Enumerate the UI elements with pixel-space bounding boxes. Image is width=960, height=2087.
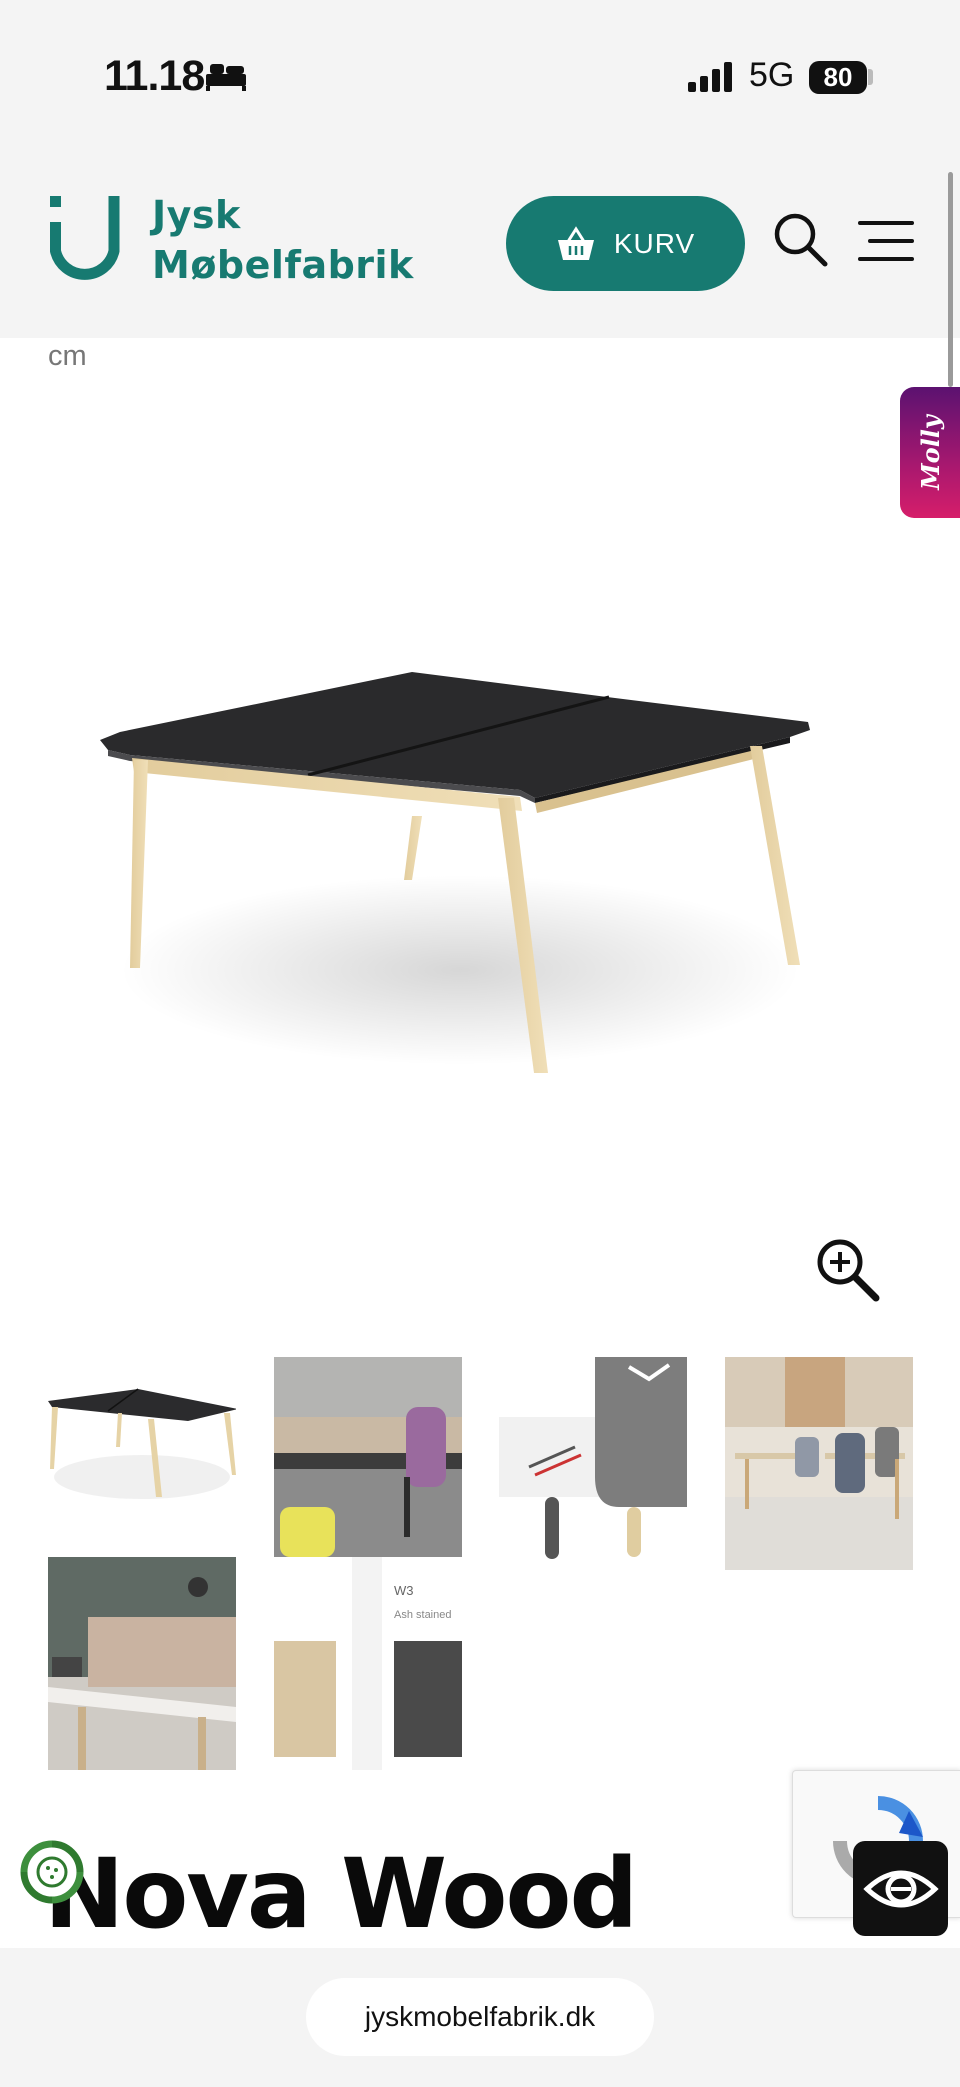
thumbnail-6-swatches[interactable]: W3 Ash stained (274, 1557, 462, 1770)
logo-line-1: Jysk (152, 193, 241, 237)
logo-line-2: Møbelfabrik (152, 243, 414, 287)
status-time: 11.18 (104, 52, 205, 100)
browser-bar: jyskmobelfabrik.dk (0, 1948, 960, 2087)
thumbnail-2[interactable] (274, 1357, 462, 1570)
network-label: 5G (749, 56, 795, 94)
status-bar: 11.18 5G 80 (0, 0, 960, 160)
site-header: Jysk Møbelfabrik KURV (0, 160, 960, 338)
battery-tip (868, 69, 873, 85)
page-scrollbar[interactable] (948, 172, 953, 387)
zoom-in-icon[interactable] (814, 1236, 880, 1302)
eye-icon (862, 1870, 939, 1907)
url-bar[interactable]: jyskmobelfabrik.dk (306, 1978, 654, 2056)
dimension-unit: cm (48, 340, 87, 372)
swatch-name: Ash stained (394, 1609, 452, 1621)
cart-label: KURV (613, 227, 696, 259)
thumbnail-4[interactable] (725, 1357, 913, 1570)
thumbnail-5[interactable] (48, 1557, 236, 1770)
logo-icon[interactable] (48, 196, 122, 288)
thumbnail-1[interactable] (48, 1357, 236, 1570)
product-title: Nova Wood (44, 1838, 638, 1950)
url-text: jyskmobelfabrik.dk (364, 2001, 596, 2032)
bed-icon (206, 64, 246, 91)
chat-widget-label: Molly (915, 415, 945, 490)
menu-icon[interactable] (858, 220, 914, 262)
battery-level: 80 (823, 62, 853, 92)
battery-icon: 80 (809, 61, 867, 94)
chat-widget-tab[interactable]: Molly (900, 387, 960, 518)
logo-text[interactable]: Jysk Møbelfabrik (152, 190, 414, 290)
swatch-code: W3 (394, 1583, 414, 1598)
search-icon[interactable] (773, 212, 829, 268)
product-main-image[interactable] (90, 640, 830, 1100)
thumbnail-3[interactable] (499, 1357, 687, 1570)
signal-icon (688, 62, 732, 92)
basket-icon (557, 225, 594, 260)
eco-badge-icon[interactable] (18, 1838, 86, 1906)
accessibility-button[interactable] (853, 1841, 948, 1936)
cart-button[interactable]: KURV (506, 196, 745, 291)
